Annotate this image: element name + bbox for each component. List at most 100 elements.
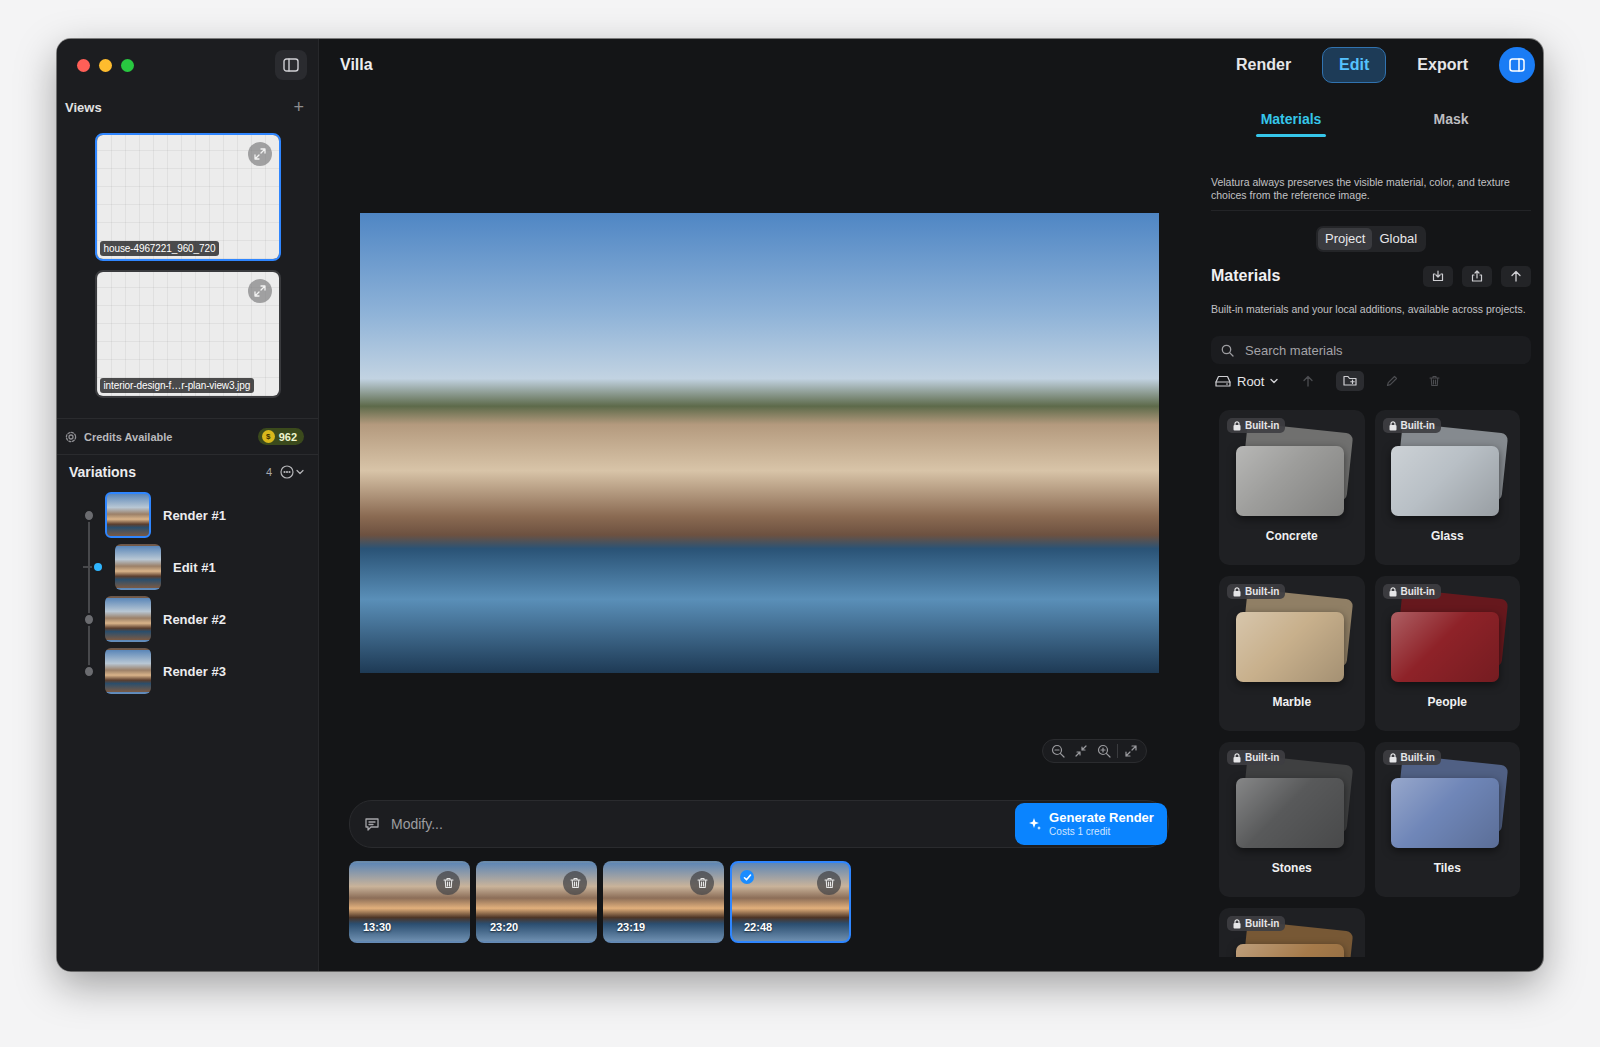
zoom-in-icon[interactable] [1094, 741, 1114, 761]
material-swatch [1230, 756, 1354, 852]
render-preview [360, 213, 1159, 673]
delete-render-button[interactable] [690, 871, 714, 895]
credits-badge: $962 [258, 428, 304, 445]
builtin-badge: Built-in [1227, 418, 1285, 433]
render-thumbnail[interactable]: 23:20 [476, 861, 597, 943]
delete-render-button[interactable] [436, 871, 460, 895]
render-thumbnail[interactable]: 22:48 [730, 861, 851, 943]
trash-icon[interactable] [824, 877, 835, 889]
variation-row[interactable]: Render #1 [57, 489, 318, 541]
variation-thumbnail[interactable] [105, 492, 151, 538]
project-title: Villa [340, 56, 373, 74]
expand-button[interactable] [248, 279, 272, 303]
parent-folder-button [1294, 371, 1322, 391]
zoom-button[interactable] [121, 59, 134, 72]
material-card[interactable]: Built-inTiles [1375, 742, 1521, 897]
mode-tab[interactable]: Edit [1322, 47, 1386, 83]
search-input[interactable] [1243, 342, 1521, 359]
sidebar-header [57, 39, 318, 91]
scope-option[interactable]: Project [1318, 228, 1372, 250]
close-button[interactable] [77, 59, 90, 72]
upload-button[interactable] [1501, 266, 1531, 287]
trash-icon[interactable] [570, 877, 581, 889]
expand-button[interactable] [248, 142, 272, 166]
variations-count: 4 [266, 466, 272, 478]
material-swatch [1230, 590, 1354, 686]
sidebar-right-icon[interactable] [1509, 58, 1525, 72]
zoom-out-icon[interactable] [1048, 741, 1068, 761]
import-button[interactable] [1423, 266, 1453, 287]
variation-thumbnail[interactable] [115, 544, 161, 590]
variation-row[interactable]: Edit #1 [57, 541, 318, 593]
generate-render-button[interactable]: Generate RenderCosts 1 credit [1015, 803, 1167, 845]
mode-tab[interactable]: Render [1219, 47, 1308, 83]
builtin-badge: Built-in [1383, 418, 1441, 433]
variation-thumbnail[interactable] [105, 596, 151, 642]
prompt-input[interactable] [389, 815, 1015, 833]
expand-icon[interactable] [254, 148, 266, 160]
view-card[interactable]: house-4967221_960_720 [95, 133, 281, 261]
trash-icon[interactable] [443, 877, 454, 889]
toolbar: Villa Render Edit Export [319, 39, 1543, 91]
sidebar-icon[interactable] [283, 58, 299, 72]
app-window: Views+house-4967221_960_720interior-desi… [57, 39, 1543, 971]
scope-option[interactable]: Global [1372, 228, 1424, 250]
zoom-row [360, 739, 1159, 763]
minimize-button[interactable] [99, 59, 112, 72]
material-card[interactable]: Built-inPeople [1375, 576, 1521, 731]
import-icon[interactable] [1432, 270, 1444, 282]
trash-icon[interactable] [697, 877, 708, 889]
expand-icon[interactable] [254, 285, 266, 297]
builtin-badge-label: Built-in [1245, 918, 1279, 929]
render-thumbnail[interactable]: 23:19 [603, 861, 724, 943]
variation-row[interactable]: Render #2 [57, 593, 318, 645]
builtin-badge-label: Built-in [1401, 420, 1435, 431]
folder-row: Root [1211, 370, 1531, 392]
delete-render-button[interactable] [817, 871, 841, 895]
credits-icon [65, 431, 77, 443]
variation-label: Edit #1 [173, 560, 216, 575]
sidebar-toggle-button[interactable] [275, 50, 307, 80]
panel-tab[interactable]: Mask [1371, 109, 1531, 129]
material-card[interactable]: Built-in [1219, 908, 1365, 957]
swatch-sheen [1236, 778, 1344, 848]
desktop: Views+house-4967221_960_720interior-desi… [57, 39, 1600, 971]
new-folder-button[interactable] [1336, 371, 1364, 391]
inspector-toggle-button[interactable] [1499, 47, 1535, 83]
tree-node [83, 613, 95, 626]
scope-row: ProjectGlobal [1211, 226, 1531, 252]
chevron-down-icon [1270, 378, 1278, 384]
variation-thumbnail[interactable] [105, 648, 151, 694]
arrow-up-icon[interactable] [1510, 270, 1522, 282]
render-time: 23:20 [490, 921, 518, 933]
folder-label: Root [1237, 374, 1264, 389]
render-thumbnail[interactable]: 13:30 [349, 861, 470, 943]
builtin-badge: Built-in [1227, 916, 1285, 931]
view-card[interactable]: interior-design-f…r-plan-view3.jpg [95, 270, 281, 398]
delete-render-button[interactable] [563, 871, 587, 895]
tree-node [92, 561, 104, 573]
add-view-button[interactable]: + [293, 98, 304, 116]
more-options-icon[interactable] [280, 465, 306, 479]
material-card[interactable]: Built-inStones [1219, 742, 1365, 897]
builtin-badge-label: Built-in [1401, 752, 1435, 763]
swatch-sheen [1391, 446, 1499, 516]
folder-plus-icon[interactable] [1343, 375, 1357, 387]
variations-title: Variations [69, 464, 136, 480]
fullscreen-icon[interactable] [1121, 741, 1141, 761]
export-button[interactable] [1462, 266, 1492, 287]
variation-row[interactable]: Render #3 [57, 645, 318, 697]
material-card[interactable]: Built-inGlass [1375, 410, 1521, 565]
material-card[interactable]: Built-inConcrete [1219, 410, 1365, 565]
panel-tab[interactable]: Materials [1211, 109, 1371, 137]
shrink-icon[interactable] [1071, 741, 1091, 761]
builtin-badge-label: Built-in [1245, 420, 1279, 431]
view-label: interior-design-f…r-plan-view3.jpg [100, 378, 255, 393]
share-icon[interactable] [1471, 270, 1483, 282]
credits-label: Credits Available [84, 431, 172, 443]
folder-dropdown[interactable]: Root [1215, 374, 1278, 389]
material-card[interactable]: Built-inMarble [1219, 576, 1365, 731]
lock-icon [1389, 587, 1397, 597]
builtin-badge: Built-in [1383, 750, 1441, 765]
mode-tab[interactable]: Export [1400, 47, 1485, 83]
